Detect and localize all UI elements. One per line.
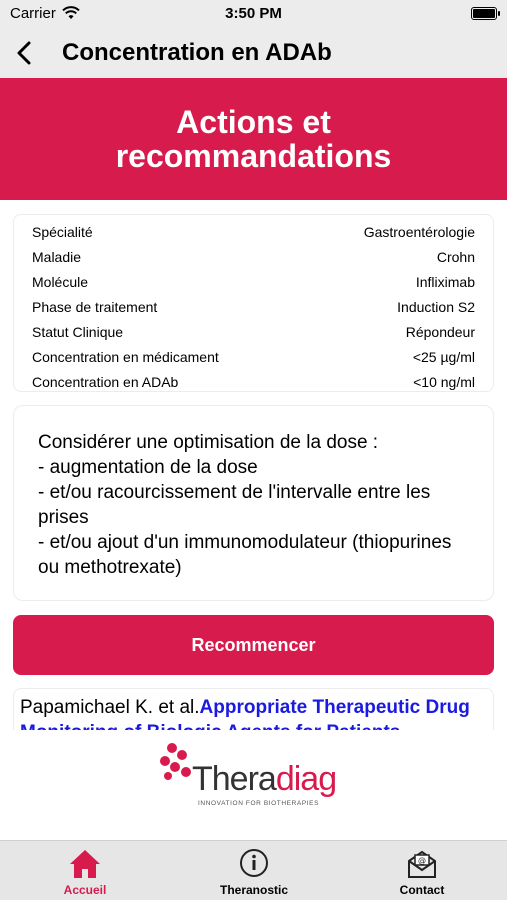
tab-label: Contact [399,883,445,897]
mail-icon: @ [408,850,436,878]
info-value: <10 ng/ml [413,374,475,390]
info-row: Concentration en ADAb <10 ng/ml [32,370,475,395]
banner-title: Actions et recommandations [115,104,392,174]
info-label: Concentration en ADAb [32,374,179,390]
info-value: Infliximab [415,274,475,290]
logo-tagline: INNOVATION FOR BIOTHERAPIES [198,800,320,807]
info-value: <25 µg/ml [412,349,475,365]
navigation-bar: Concentration en ADAb [0,30,507,78]
status-bar: Carrier 3:50 PM [0,0,507,30]
clock: 3:50 PM [225,5,282,22]
logo-wordmark: Theradiag [192,760,337,798]
info-row: Statut Clinique Répondeur [32,320,475,345]
info-label: Molécule [32,274,89,290]
tab-accueil[interactable]: Accueil [25,841,145,900]
theradiag-logo: Theradiag INNOVATION FOR BIOTHERAPIES [160,742,350,808]
svg-text:@: @ [418,856,426,865]
info-row: Phase de traitement Induction S2 [32,295,475,320]
reference-authors: Papamichael K. et al. [20,697,200,718]
info-icon [240,849,268,877]
info-label: Concentration en médicament [32,349,219,365]
info-row: Spécialité Gastroentérologie [32,220,475,245]
recommendation-card: Considérer une optimisation de la dose :… [13,405,494,601]
recommendation-text: Considérer une optimisation de la dose :… [38,432,452,578]
restart-button[interactable]: Recommencer [13,615,494,675]
info-row: Concentration en médicament <25 µg/ml [32,345,475,370]
info-value: Répondeur [405,324,475,340]
info-row: Molécule Infliximab [32,270,475,295]
info-value: Induction S2 [397,299,475,315]
tab-label: Theranostic [219,883,288,897]
info-value: Crohn [436,249,475,265]
section-banner: Actions et recommandations [0,78,507,200]
info-row: Maladie Crohn [32,245,475,270]
info-label: Maladie [32,249,82,265]
logo-area: Theradiag INNOVATION FOR BIOTHERAPIES [0,730,507,840]
info-label: Statut Clinique [32,324,124,340]
page-title: Concentration en ADAb [62,39,332,66]
home-icon [70,850,100,878]
info-label: Spécialité [32,224,93,240]
tab-theranostic[interactable]: Theranostic [194,841,314,900]
reference-card: Papamichael K. et al.Appropriate Therape… [13,688,494,730]
info-value: Gastroentérologie [363,224,475,240]
tab-bar: Accueil Theranostic @ Contact [0,840,507,900]
tab-label: Accueil [63,883,107,897]
info-label: Phase de traitement [32,299,158,315]
back-chevron-icon[interactable] [10,38,40,68]
battery-icon [471,7,500,20]
parameters-card: Spécialité Gastroentérologie Maladie Cro… [13,214,494,392]
scroll-content[interactable]: Spécialité Gastroentérologie Maladie Cro… [0,200,507,730]
tab-contact[interactable]: @ Contact [362,841,482,900]
